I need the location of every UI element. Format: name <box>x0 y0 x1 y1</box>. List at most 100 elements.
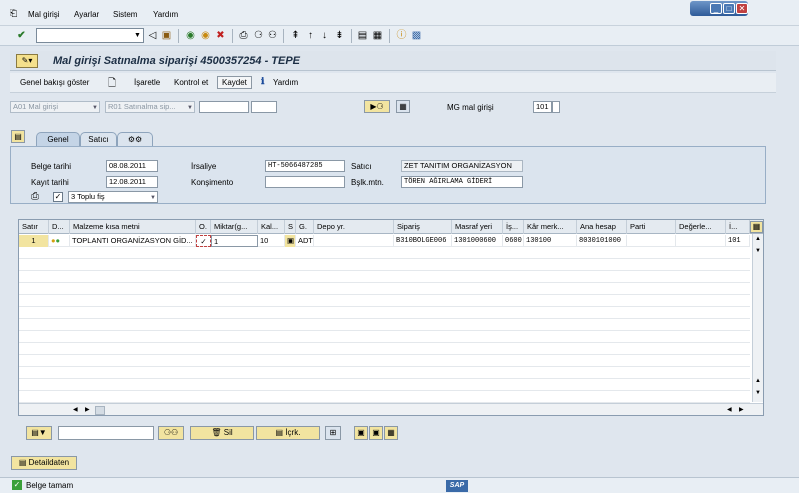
post-date-input[interactable]: 12.08.2011 <box>106 176 158 188</box>
minimize-icon[interactable]: _ <box>710 3 722 14</box>
col-header-material-text[interactable]: Malzeme kısa metni <box>70 220 196 234</box>
scroll-right-icon[interactable]: ▶ <box>739 406 744 413</box>
col-header-d[interactable]: D... <box>49 220 70 234</box>
col-header-line[interactable]: Satır <box>19 220 49 234</box>
movement-type-extra-input[interactable] <box>552 101 560 113</box>
col-header-remaining[interactable]: Kal... <box>258 220 285 234</box>
batch-cell[interactable] <box>627 235 676 247</box>
table-row[interactable] <box>19 355 750 367</box>
reference-select[interactable]: R01 Satınalma sip... ▼ <box>105 101 195 113</box>
col-header-batch[interactable]: Parti <box>627 220 676 234</box>
find-next-icon[interactable]: ⚇ <box>266 29 279 42</box>
first-page-icon[interactable]: ⇞ <box>289 29 302 42</box>
find-icon[interactable]: ⚆ <box>252 29 265 42</box>
close-icon[interactable]: ✕ <box>736 3 748 14</box>
contents-button[interactable]: ▤ İçrk. <box>256 426 320 440</box>
col-header-valuation[interactable]: Değerle... <box>676 220 726 234</box>
scroll-down-icon[interactable]: ▼ <box>755 390 761 396</box>
item-ok-checkbox[interactable]: ✓ <box>196 235 211 247</box>
tab-genel[interactable]: Genel <box>36 132 80 146</box>
table-row[interactable]: 1 ●● TOPLANTI ORGANİZASYON GİD... ✓ 1 10… <box>19 235 750 247</box>
scroll-left-icon[interactable]: ◀ <box>727 406 732 413</box>
table-row[interactable] <box>19 259 750 271</box>
col-header-s[interactable]: S <box>285 220 296 234</box>
movement-type-input[interactable]: 101 <box>533 101 552 113</box>
search-input[interactable] <box>58 426 154 440</box>
collapse-header-icon[interactable]: ▤ <box>11 130 25 143</box>
menu-yardim[interactable]: Yardım <box>153 10 178 19</box>
shortcut-icon[interactable]: ▦ <box>371 29 384 42</box>
col-header-business-area[interactable]: İş... <box>503 220 524 234</box>
po-number-input[interactable] <box>199 101 249 113</box>
stock-type-icon[interactable]: ▣ <box>285 235 296 247</box>
storage-cell[interactable] <box>314 235 394 247</box>
enter-icon[interactable]: ✔ <box>15 29 28 42</box>
table-row[interactable] <box>19 391 750 403</box>
table-icon[interactable]: ▦ <box>396 100 410 113</box>
menu-icon[interactable]: ⎗ <box>10 8 17 19</box>
transaction-icon[interactable]: ✎▾ <box>16 54 38 68</box>
layout-icon[interactable]: ▦ <box>384 426 398 440</box>
vertical-scrollbar[interactable]: ▲ ▼ ▲ ▼ <box>752 234 763 402</box>
next-page-icon[interactable]: ↓ <box>318 29 331 42</box>
overview-button[interactable]: Genel bakışı göster <box>20 78 89 87</box>
doc-date-input[interactable]: 08.08.2011 <box>106 160 158 172</box>
triangle-left-icon[interactable]: ◁ <box>146 29 159 42</box>
col-header-mvt[interactable]: İ... <box>726 220 750 234</box>
exit-icon[interactable]: ◉ <box>199 29 212 42</box>
quantity-input[interactable]: 1 <box>211 235 258 247</box>
col-header-gl-account[interactable]: Ana hesap <box>577 220 627 234</box>
previous-page-icon[interactable]: ↑ <box>304 29 317 42</box>
print-checkbox[interactable]: ✓ <box>53 192 63 202</box>
scroll-down-icon[interactable]: ▼ <box>755 248 761 254</box>
delete-button[interactable]: 🗑 Sil <box>190 426 254 440</box>
back-icon[interactable]: ◉ <box>184 29 197 42</box>
chevron-down-icon[interactable]: ▼ <box>134 31 142 40</box>
command-field[interactable]: ▼ <box>36 28 144 43</box>
scroll-thumb[interactable] <box>95 406 105 415</box>
expand-icon[interactable]: ⊞ <box>325 426 341 440</box>
col-header-unit[interactable]: G. <box>296 220 314 234</box>
table-row[interactable] <box>19 379 750 391</box>
valuation-cell[interactable] <box>676 235 726 247</box>
table-row[interactable] <box>19 331 750 343</box>
table-row[interactable] <box>19 283 750 295</box>
menu-ayarlar[interactable]: Ayarlar <box>74 10 99 19</box>
check-button[interactable]: Kontrol et <box>174 78 208 87</box>
details-button[interactable]: ▤ Detaildaten <box>11 456 77 470</box>
menu-sistem[interactable]: Sistem <box>113 10 137 19</box>
table-row[interactable] <box>19 295 750 307</box>
table-row[interactable] <box>19 343 750 355</box>
scroll-up-icon[interactable]: ▲ <box>755 236 761 242</box>
last-page-icon[interactable]: ⇟ <box>333 29 346 42</box>
print-icon[interactable]: ⎙ <box>237 29 250 42</box>
copy-icon[interactable]: ▣ <box>354 426 368 440</box>
paste-icon[interactable]: ▣ <box>369 426 383 440</box>
bill-of-lading-input[interactable] <box>265 176 345 188</box>
print-option-select[interactable]: 3 Toplu fiş ▼ <box>68 191 158 203</box>
table-settings-icon[interactable]: ▦ <box>750 221 763 233</box>
table-row[interactable] <box>19 271 750 283</box>
status-message[interactable]: Belge tamam <box>26 481 73 490</box>
new-document-icon[interactable]: 🗋 <box>108 76 116 93</box>
col-header-ok[interactable]: O. <box>196 220 211 234</box>
scroll-left-icon[interactable]: ◀ <box>73 406 78 413</box>
delivery-note-input[interactable]: HT-5066487285 <box>265 160 345 172</box>
col-header-quantity[interactable]: Miktar(g... <box>211 220 258 234</box>
menu-mal-girisi[interactable]: Mal girişi <box>28 10 60 19</box>
maximize-icon[interactable]: □ <box>723 3 735 14</box>
col-header-cost-center[interactable]: Masraf yeri <box>452 220 503 234</box>
table-row[interactable] <box>19 319 750 331</box>
tab-partners-icon[interactable]: ⚙⚙ <box>117 132 153 146</box>
scroll-up-icon[interactable]: ▲ <box>755 378 761 384</box>
action-select[interactable]: A01 Mal girişi ▼ <box>10 101 100 113</box>
sort-filter-button[interactable]: ▤▼ <box>26 426 52 440</box>
new-session-icon[interactable]: ▤ <box>356 29 369 42</box>
tab-satici[interactable]: Satıcı <box>80 132 117 146</box>
horizontal-scrollbar[interactable]: ◀ ▶ ◀ ▶ <box>19 403 763 415</box>
scroll-right-icon[interactable]: ▶ <box>85 406 90 413</box>
execute-search-button[interactable]: ▶⚆ <box>364 100 390 113</box>
save-icon[interactable]: ▣ <box>160 29 173 42</box>
help-button[interactable]: Yardım <box>273 78 298 87</box>
table-row[interactable] <box>19 307 750 319</box>
